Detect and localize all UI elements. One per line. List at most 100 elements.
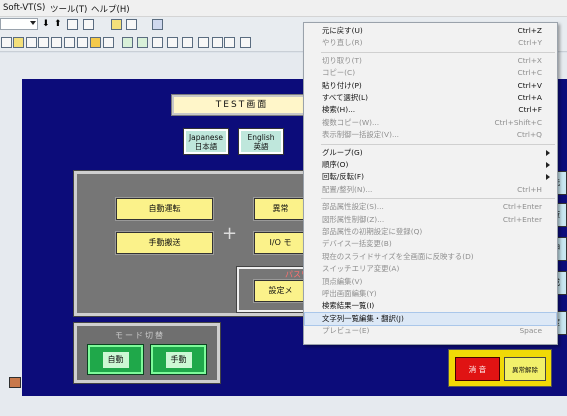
- toolbar-tool-icon[interactable]: [126, 19, 137, 30]
- toolbar-tool-icon[interactable]: [1, 37, 12, 48]
- context-menu-item[interactable]: 検索(H)... Ctrl+F: [305, 104, 556, 116]
- toolbar-tool-icon[interactable]: [90, 37, 101, 48]
- menu-separator: [321, 198, 555, 200]
- menu-bar: Soft-VT(S) ツール(T) ヘルプ(H): [0, 0, 567, 17]
- toolbar-tool-icon[interactable]: [13, 37, 24, 48]
- context-menu-item[interactable]: 回転/反転(F): [305, 171, 556, 183]
- context-menu-item[interactable]: やり直し(R) Ctrl+Y: [305, 37, 556, 49]
- context-menu-item-label: 呼出画面編集(Y): [322, 289, 377, 298]
- context-menu-item-shortcut: Ctrl+Z: [517, 26, 542, 35]
- context-menu-item-label: 部品属性設定(S)...: [322, 202, 384, 212]
- context-menu-item[interactable]: 図形属性制御(Z)... Ctrl+Enter: [305, 214, 556, 226]
- context-menu-item[interactable]: スイッチエリア変更(A): [305, 263, 556, 275]
- mode-auto-button[interactable]: 自動: [87, 344, 144, 375]
- menu-help[interactable]: ヘルプ(H): [91, 3, 130, 15]
- context-menu-item-shortcut: Ctrl+F: [518, 105, 542, 115]
- context-menu-item[interactable]: プレビュー(E) Space: [305, 325, 556, 337]
- context-menu-item[interactable]: 順序(O): [305, 159, 556, 171]
- context-menu-item[interactable]: 現在のスライドサイズを全画面に反映する(D): [305, 251, 556, 263]
- context-menu-item[interactable]: 部品属性の初期設定に登録(Q): [305, 226, 556, 238]
- toolbar-tool-icon[interactable]: [38, 37, 49, 48]
- toolbar-tool-icon[interactable]: [137, 37, 148, 48]
- toolbar-tool-icon[interactable]: [77, 37, 88, 48]
- context-menu-item[interactable]: 元に戻す(U) Ctrl+Z: [305, 25, 556, 37]
- context-menu-item-label: すべて選択(L): [322, 93, 369, 102]
- context-menu-item-label: 回転/反転(F): [322, 172, 365, 182]
- context-menu-item-label: 切り取り(T): [322, 55, 362, 65]
- context-menu-item-label: グループ(G): [322, 147, 363, 157]
- context-menu-item[interactable]: 配置/整列(N)... Ctrl+H: [305, 184, 556, 196]
- context-menu-item[interactable]: 表示制御一括設定(V)... Ctrl+Q: [305, 129, 556, 141]
- context-menu-item-label: デバイス一括変更(B): [322, 239, 392, 249]
- app-corner-icon[interactable]: [9, 377, 21, 388]
- english-button-label-ja: 英語: [253, 142, 269, 151]
- auto-run-button[interactable]: 自動運転: [115, 197, 214, 221]
- context-menu-item[interactable]: 検索結果一覧(I): [305, 300, 556, 312]
- context-menu-item-label: 部品属性の初期設定に登録(Q): [322, 227, 423, 236]
- toolbar-combo[interactable]: [0, 18, 38, 30]
- context-menu-item-shortcut: Ctrl+H: [517, 184, 542, 194]
- mode-manual-label: 手動: [165, 352, 192, 368]
- abnormal-release-button[interactable]: 異常解除: [504, 357, 546, 381]
- menu-tools[interactable]: ツール(T): [50, 3, 87, 15]
- context-menu-item-label: 文字列一覧編集・翻訳(J): [322, 313, 404, 323]
- context-menu-item-label: 順序(O): [322, 160, 349, 169]
- toolbar-tool-icon[interactable]: [152, 19, 163, 30]
- context-menu-item-label: スイッチエリア変更(A): [322, 264, 400, 274]
- context-menu-item[interactable]: 部品属性設定(S)... Ctrl+Enter: [305, 201, 556, 213]
- toolbar-tool-icon[interactable]: [67, 19, 78, 30]
- context-menu-item[interactable]: コピー(C) Ctrl+C: [305, 67, 556, 79]
- context-menu-item-shortcut: Space: [519, 326, 542, 336]
- toolbar-tool-icon[interactable]: [212, 37, 223, 48]
- context-menu-item[interactable]: 貼り付け(P) Ctrl+V: [305, 80, 556, 92]
- context-menu-item-label: 配置/整列(N)...: [322, 184, 373, 194]
- dropdown-arrow-icon: [30, 21, 36, 25]
- context-menu-item[interactable]: デバイス一括変更(B): [305, 238, 556, 250]
- context-menu-item[interactable]: すべて選択(L) Ctrl+A: [305, 92, 556, 104]
- context-menu-item-shortcut: Ctrl+X: [517, 55, 542, 65]
- context-menu-item-shortcut: Ctrl+Enter: [502, 202, 542, 212]
- toolbar-tool-icon[interactable]: [26, 37, 37, 48]
- context-menu-item[interactable]: 切り取り(T) Ctrl+X: [305, 55, 556, 67]
- context-menu-item-shortcut: Ctrl+C: [517, 68, 542, 78]
- manual-transport-button[interactable]: 手動搬送: [115, 231, 214, 255]
- silence-button[interactable]: 消 音: [455, 357, 500, 381]
- context-menu-item[interactable]: グループ(G): [305, 147, 556, 159]
- toolbar-tool-icon[interactable]: [51, 37, 62, 48]
- submenu-arrow-icon: [546, 162, 550, 168]
- context-menu-item[interactable]: 頂点編集(V): [305, 276, 556, 288]
- context-menu-item[interactable]: 複数コピー(W)... Ctrl+Shift+C: [305, 117, 556, 129]
- toolbar-tool-icon[interactable]: [83, 19, 94, 30]
- io-monitor-button[interactable]: I/O モ: [253, 231, 308, 255]
- mode-auto-label: 自動: [102, 352, 129, 368]
- context-menu-item-label: 検索(H)...: [322, 105, 356, 115]
- submenu-arrow-icon: [546, 174, 550, 181]
- context-menu-item-shortcut: Ctrl+Y: [518, 38, 542, 48]
- toolbar-tool-icon[interactable]: [240, 37, 251, 48]
- toolbar-tool-icon[interactable]: [167, 37, 178, 48]
- toolbar-tool-icon[interactable]: [182, 37, 193, 48]
- toolbar-tool-icon[interactable]: [111, 19, 122, 30]
- submenu-arrow-icon: [546, 149, 550, 156]
- english-button[interactable]: English 英語: [238, 128, 284, 155]
- plus-icon: +: [222, 223, 238, 244]
- down-arrow-icon[interactable]: ⬇: [42, 19, 50, 29]
- toolbar-tool-icon[interactable]: [224, 37, 235, 48]
- toolbar-tool-icon[interactable]: [103, 37, 114, 48]
- context-menu-item[interactable]: 呼出画面編集(Y): [305, 288, 556, 300]
- screen-title[interactable]: TEST画面: [171, 94, 313, 116]
- mode-manual-button[interactable]: 手動: [150, 344, 207, 375]
- settings-menu-button[interactable]: 設定メ: [253, 279, 308, 303]
- up-arrow-icon[interactable]: ⬆: [54, 19, 62, 29]
- japanese-button[interactable]: Japanese 日本語: [183, 128, 229, 155]
- toolbar-tool-icon[interactable]: [152, 37, 163, 48]
- context-menu-item[interactable]: 文字列一覧編集・翻訳(J): [304, 311, 557, 326]
- abnormal-button[interactable]: 異常: [253, 197, 308, 221]
- context-menu-item-shortcut: Ctrl+Shift+C: [494, 117, 543, 127]
- toolbar-tool-icon[interactable]: [64, 37, 75, 48]
- menu-softvt[interactable]: Soft-VT(S): [3, 3, 45, 13]
- context-menu-item-label: 複数コピー(W)...: [322, 117, 380, 127]
- toolbar-tool-icon[interactable]: [198, 37, 209, 48]
- mode-switch-label: モード切替: [115, 331, 165, 340]
- toolbar-tool-icon[interactable]: [122, 37, 133, 48]
